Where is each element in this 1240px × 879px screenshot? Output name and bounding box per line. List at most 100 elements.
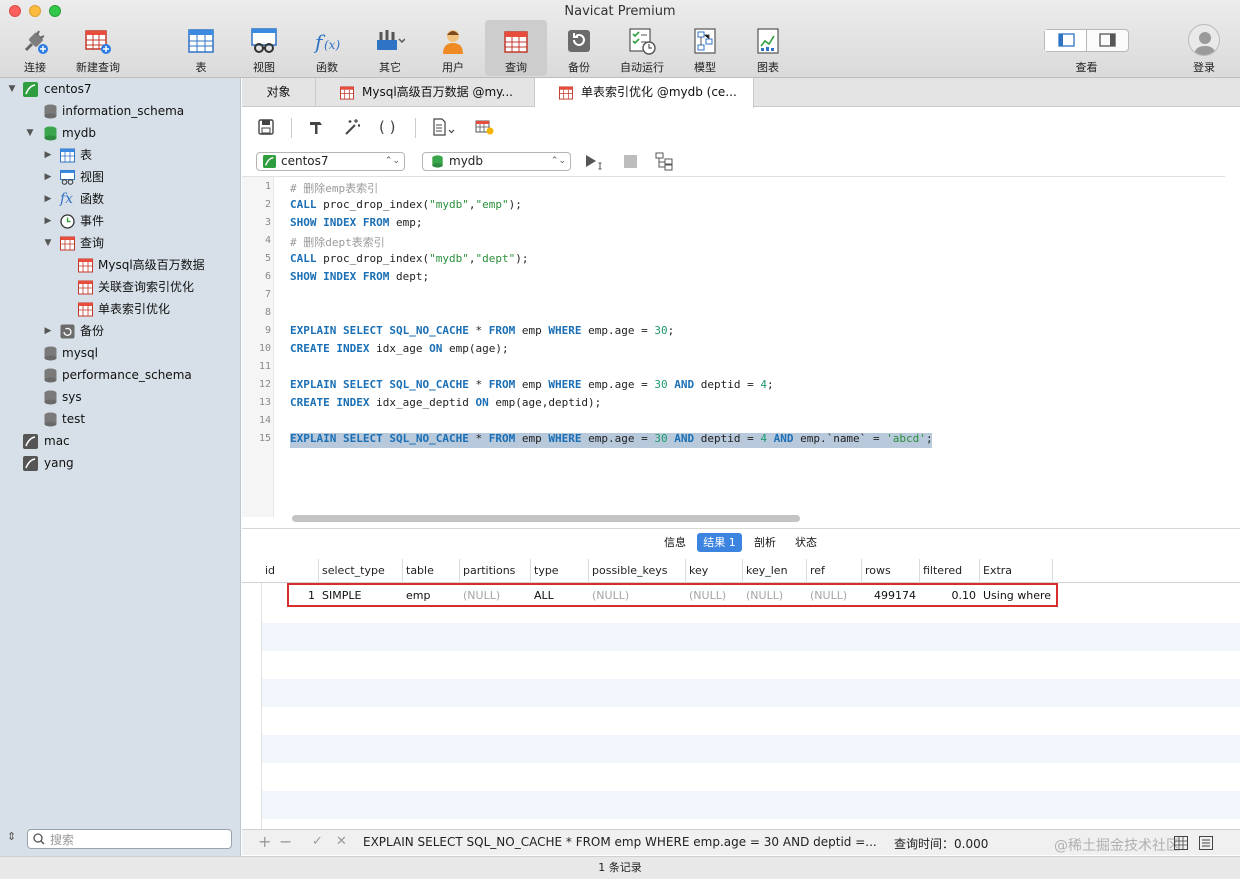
- tab-query-million[interactable]: Mysql高级百万数据 @my...: [316, 78, 535, 107]
- column-header[interactable]: partitions: [460, 559, 531, 583]
- toolbar-new-query-button[interactable]: 新建查询: [67, 20, 129, 76]
- query-icon: [78, 302, 93, 317]
- tree-backups[interactable]: ▶ 备份: [0, 320, 240, 342]
- column-header[interactable]: key_len: [743, 559, 807, 583]
- line-number: 5: [264, 253, 271, 264]
- tab-objects[interactable]: 对象: [242, 78, 316, 107]
- sql-editor[interactable]: 1 2 3 4 5 6 7 8 9 10 11 12 13 14 15 # 删除emp表索引 CALL pro…: [242, 176, 1225, 523]
- tab-result-1[interactable]: 结果 1: [697, 533, 742, 552]
- apply-icon[interactable]: ✓: [312, 834, 323, 849]
- tree-events[interactable]: ▶ 事件: [0, 210, 240, 232]
- disclosure-open-icon[interactable]: ▼: [25, 122, 35, 144]
- column-header[interactable]: select_type: [319, 559, 403, 583]
- parentheses-icon[interactable]: ( ): [379, 118, 395, 136]
- function-icon: fx: [60, 191, 74, 207]
- line-number: 14: [258, 415, 271, 426]
- stop-icon[interactable]: [624, 155, 637, 168]
- login-button[interactable]: [1188, 24, 1220, 56]
- tree-connection-centos7[interactable]: ▼ centos7: [0, 78, 240, 100]
- add-record-icon[interactable]: +: [258, 832, 271, 851]
- disclosure-closed-icon[interactable]: ▶: [43, 166, 53, 188]
- table-icon: [60, 148, 75, 163]
- tree-db-sys[interactable]: sys: [0, 386, 240, 408]
- view-inspector-toggle[interactable]: [1087, 30, 1129, 51]
- tab-info[interactable]: 信息: [656, 533, 694, 552]
- tree-functions[interactable]: ▶ fx 函数: [0, 188, 240, 210]
- tree-connection-yang[interactable]: yang: [0, 452, 240, 474]
- tree-db-performance-schema[interactable]: performance_schema: [0, 364, 240, 386]
- explain-plan-icon[interactable]: [655, 152, 675, 171]
- toolbar-other-button[interactable]: 其它: [359, 20, 421, 76]
- grid-view-icon[interactable]: [1174, 836, 1188, 850]
- grid-stripe: [262, 623, 1240, 651]
- line-number: 15: [258, 433, 271, 444]
- view-sidebar-toggle[interactable]: [1045, 30, 1087, 51]
- column-header[interactable]: key: [686, 559, 743, 583]
- disclosure-closed-icon[interactable]: ▶: [43, 188, 53, 210]
- tree-tables[interactable]: ▶ 表: [0, 144, 240, 166]
- toolbar-backup-button[interactable]: 备份: [548, 20, 610, 76]
- line-number: 8: [264, 307, 271, 318]
- toolbar-autorun-button[interactable]: 自动运行: [611, 20, 673, 76]
- backup-icon: [60, 324, 75, 339]
- toolbar-user-button[interactable]: 用户: [422, 20, 484, 76]
- delete-record-icon[interactable]: −: [279, 832, 292, 851]
- discard-icon[interactable]: ✕: [336, 834, 347, 849]
- save-icon[interactable]: [258, 119, 274, 135]
- disclosure-closed-icon[interactable]: ▶: [43, 320, 53, 342]
- database-green-icon: [432, 155, 443, 168]
- tree-db-test[interactable]: test: [0, 408, 240, 430]
- toolbar-model-button[interactable]: 模型: [674, 20, 736, 76]
- tree-db-mydb[interactable]: ▼ mydb: [0, 122, 240, 144]
- code-snippet-icon[interactable]: [432, 118, 456, 136]
- run-icon[interactable]: [585, 154, 607, 170]
- tree-queries[interactable]: ▼ 查询: [0, 232, 240, 254]
- disclosure-open-icon[interactable]: ▼: [7, 78, 17, 100]
- tree-views[interactable]: ▶ 视图: [0, 166, 240, 188]
- column-header[interactable]: rows: [862, 559, 920, 583]
- toolbar-query-button[interactable]: 查询: [485, 20, 547, 76]
- tree-connection-mac[interactable]: mac: [0, 430, 240, 452]
- disclosure-closed-icon[interactable]: ▶: [43, 144, 53, 166]
- avatar-icon: [1194, 32, 1216, 55]
- toolbar-function-button[interactable]: f (x) 函数: [296, 20, 358, 76]
- line-number: 1: [264, 181, 271, 192]
- tree-db-information-schema[interactable]: information_schema: [0, 100, 240, 122]
- sidebar-search-input[interactable]: 搜索: [27, 829, 232, 849]
- toolbar-chart-button[interactable]: 图表: [737, 20, 799, 76]
- hammer-icon[interactable]: [308, 119, 324, 135]
- tab-status[interactable]: 状态: [786, 533, 826, 552]
- toolbar-connect-button[interactable]: 连接: [4, 20, 66, 76]
- sort-icon[interactable]: ⇕: [7, 830, 16, 843]
- toolbar-table-button[interactable]: 表: [170, 20, 232, 76]
- tab-profile[interactable]: 剖析: [746, 533, 784, 552]
- tab-single-table-index[interactable]: 单表索引优化 @mydb (ce...: [535, 78, 754, 108]
- column-header[interactable]: type: [531, 559, 589, 583]
- code-line: SHOW INDEX FROM dept;: [290, 270, 430, 283]
- code-line: # 删除dept表索引: [290, 236, 385, 249]
- column-header[interactable]: id: [262, 559, 319, 583]
- database-gray-icon: [44, 390, 57, 405]
- column-header[interactable]: Extra: [980, 559, 1053, 583]
- column-header[interactable]: possible_keys: [589, 559, 686, 583]
- tree-query-item[interactable]: Mysql高级百万数据: [0, 254, 240, 276]
- tree-query-item[interactable]: 单表索引优化: [0, 298, 240, 320]
- tree-query-item[interactable]: 关联查询索引优化: [0, 276, 240, 298]
- database-select[interactable]: mydb ⌃⌄: [422, 152, 571, 171]
- column-header[interactable]: filtered: [920, 559, 980, 583]
- disclosure-open-icon[interactable]: ▼: [43, 232, 53, 254]
- column-header[interactable]: table: [403, 559, 460, 583]
- sidebar-layout-icon: [1058, 33, 1075, 47]
- column-header[interactable]: ref: [807, 559, 862, 583]
- disclosure-closed-icon[interactable]: ▶: [43, 210, 53, 232]
- horizontal-scrollbar[interactable]: [292, 515, 800, 522]
- query-icon: [78, 258, 93, 273]
- explain-icon[interactable]: [475, 118, 495, 136]
- connection-select[interactable]: centos7 ⌃⌄: [256, 152, 405, 171]
- line-number: 12: [258, 379, 271, 390]
- toolbar-view-button[interactable]: 视图: [233, 20, 295, 76]
- magic-wand-icon[interactable]: [343, 118, 361, 136]
- form-view-icon[interactable]: [1199, 836, 1213, 850]
- status-bar: 1 条记录: [0, 856, 1240, 879]
- tree-db-mysql[interactable]: mysql: [0, 342, 240, 364]
